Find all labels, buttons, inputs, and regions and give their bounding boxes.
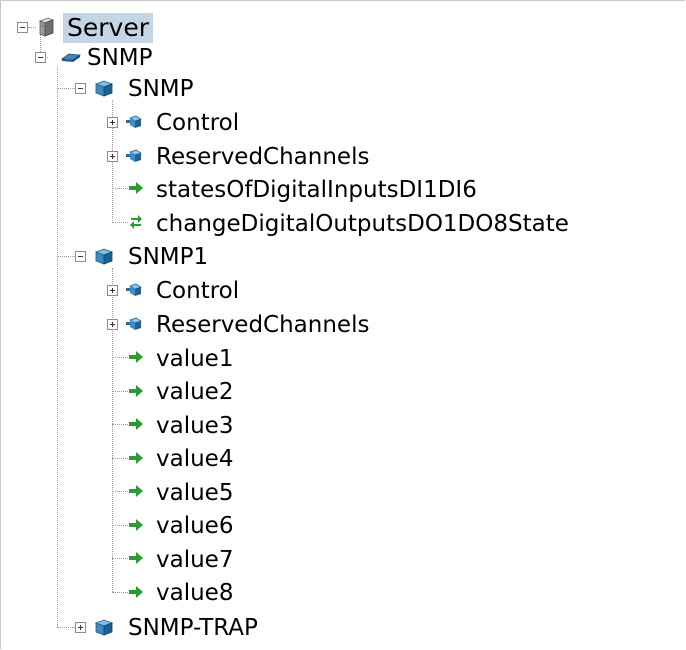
green-arrow-icon — [129, 351, 143, 363]
tree-connector — [112, 268, 113, 592]
tree-node-server[interactable]: Server — [63, 11, 153, 44]
tree-node-snmp[interactable]: SNMP — [124, 72, 198, 105]
tree-connector — [112, 458, 128, 459]
tree-connector — [57, 66, 58, 627]
tree-node-value1[interactable]: value1 — [152, 342, 237, 375]
tree-node-label: ReservedChannels — [156, 143, 370, 170]
green-arrow-icon — [129, 385, 143, 397]
tree-node-label: SNMP1 — [128, 243, 209, 270]
tree-connector — [112, 491, 128, 492]
tree-connector — [57, 256, 75, 257]
green-arrow-icon — [129, 586, 143, 598]
tree-node-label: ReservedChannels — [156, 311, 370, 338]
tree-connector — [112, 592, 128, 593]
collapse-toggle-snmp-group[interactable] — [35, 52, 46, 63]
tree-node-label: SNMP — [128, 75, 194, 102]
server-icon — [38, 17, 55, 37]
tree-connector — [112, 424, 128, 425]
tree-node-reserved-channels[interactable]: ReservedChannels — [152, 308, 373, 341]
tree-connector — [112, 391, 128, 392]
tree-node-label: value3 — [156, 412, 234, 439]
tree-node-change-digital-outputs[interactable]: changeDigitalOutputsDO1DO8State — [152, 207, 573, 240]
tree-node-label: value1 — [156, 345, 234, 372]
tree-node-value8[interactable]: value8 — [152, 576, 237, 609]
tree-node-label: statesOfDigitalInputsDI1DI6 — [156, 176, 477, 203]
tree-node-label: Server — [63, 12, 153, 43]
tree-node-value6[interactable]: value6 — [152, 509, 237, 542]
tree-node-value5[interactable]: value5 — [152, 476, 237, 509]
tree-view[interactable]: Server SNMP SNMP Control ReservedChannel… — [0, 0, 686, 650]
expand-toggle-reserved-channels[interactable] — [107, 151, 118, 162]
tree-node-label: SNMP — [87, 44, 153, 71]
tree-node-label: value8 — [156, 579, 234, 606]
tree-node-control[interactable]: Control — [152, 274, 243, 307]
tree-node-value4[interactable]: value4 — [152, 442, 237, 475]
tree-node-snmp-trap[interactable]: SNMP-TRAP — [124, 611, 262, 644]
green-arrow-icon — [129, 519, 143, 531]
tree-node-value2[interactable]: value2 — [152, 375, 237, 408]
tree-node-label: Control — [156, 277, 240, 304]
tree-connector — [57, 627, 75, 628]
tree-node-label: changeDigitalOutputsDO1DO8State — [156, 210, 569, 237]
tree-connector — [112, 558, 128, 559]
tree-node-label: value6 — [156, 512, 234, 539]
tree-node-label: value4 — [156, 445, 234, 472]
expand-toggle-snmp-trap[interactable] — [75, 622, 86, 633]
green-arrow-icon — [129, 485, 143, 497]
tree-node-label: value2 — [156, 378, 234, 405]
snmp-device-icon — [60, 53, 82, 62]
tree-node-snmp-group[interactable]: SNMP — [83, 41, 157, 74]
bidirectional-arrow-icon — [130, 215, 142, 229]
tree-node-snmp1[interactable]: SNMP1 — [124, 240, 212, 273]
device-cube-icon — [94, 248, 114, 265]
collapse-toggle-snmp1[interactable] — [75, 251, 86, 262]
device-cube-icon — [94, 80, 114, 97]
expand-toggle-control[interactable] — [107, 117, 118, 128]
folder-node-icon — [126, 283, 142, 296]
green-arrow-icon — [129, 418, 143, 430]
device-cube-icon — [94, 619, 114, 636]
tree-node-label: Control — [156, 109, 240, 136]
tree-connector — [112, 357, 128, 358]
tree-node-reserved-channels[interactable]: ReservedChannels — [152, 140, 373, 173]
green-arrow-icon — [129, 452, 143, 464]
expand-toggle-control[interactable] — [107, 285, 118, 296]
expand-toggle-reserved-channels[interactable] — [107, 319, 118, 330]
tree-node-control[interactable]: Control — [152, 106, 243, 139]
tree-node-value7[interactable]: value7 — [152, 543, 237, 576]
collapse-toggle-snmp[interactable] — [75, 83, 86, 94]
folder-node-icon — [126, 115, 142, 128]
collapse-toggle-server[interactable] — [17, 22, 28, 33]
tree-connector — [112, 188, 128, 189]
tree-connector — [112, 525, 128, 526]
tree-node-states-digital-inputs[interactable]: statesOfDigitalInputsDI1DI6 — [152, 173, 481, 206]
folder-node-icon — [126, 149, 142, 162]
green-arrow-icon — [129, 182, 143, 194]
tree-connector — [112, 222, 128, 223]
tree-node-label: value7 — [156, 546, 234, 573]
tree-node-label: value5 — [156, 479, 234, 506]
tree-connector — [28, 27, 36, 28]
tree-node-value3[interactable]: value3 — [152, 409, 237, 442]
folder-node-icon — [126, 317, 142, 330]
tree-node-label: SNMP-TRAP — [128, 614, 258, 641]
green-arrow-icon — [129, 552, 143, 564]
tree-connector — [57, 88, 75, 89]
